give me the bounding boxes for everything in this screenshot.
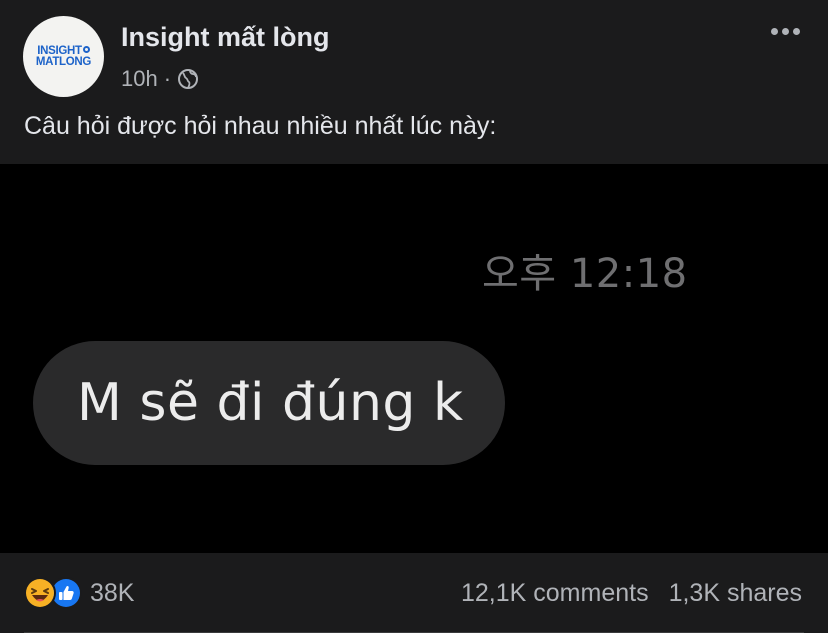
- post-image[interactable]: 오후 12:18 M sẽ đi đúng k: [0, 164, 828, 553]
- chat-bubble-text: M sẽ đi đúng k: [77, 373, 464, 433]
- comments-count-link[interactable]: 12,1K comments: [461, 579, 649, 608]
- logo-dot-icon: [82, 45, 90, 53]
- post-header: INSIGHT MATLONG Insight mất lòng 10h · C…: [0, 0, 828, 164]
- chat-bubble: M sẽ đi đúng k: [33, 341, 505, 465]
- post-time[interactable]: 10h: [121, 66, 158, 92]
- facebook-post: INSIGHT MATLONG Insight mất lòng 10h · C…: [0, 0, 828, 633]
- message-timestamp: 오후 12:18: [482, 251, 688, 297]
- page-avatar[interactable]: INSIGHT MATLONG: [23, 16, 104, 97]
- shares-count-link[interactable]: 1,3K shares: [669, 579, 802, 608]
- globe-icon[interactable]: [177, 68, 199, 90]
- post-stats: 12,1K comments 1,3K shares: [461, 579, 802, 608]
- reaction-count: 38K: [90, 578, 135, 607]
- more-dot-icon: [771, 28, 778, 35]
- post-caption: Câu hỏi được hỏi nhau nhiều nhất lúc này…: [24, 112, 497, 140]
- haha-icon: [24, 577, 56, 609]
- meta-separator: ·: [163, 66, 172, 91]
- post-meta: 10h ·: [121, 66, 199, 92]
- more-dot-icon: [793, 28, 800, 35]
- page-name-link[interactable]: Insight mất lòng: [121, 22, 330, 53]
- more-dot-icon: [782, 28, 789, 35]
- avatar-logo-line1: INSIGHT: [37, 45, 90, 57]
- reactions-summary[interactable]: 38K: [24, 577, 134, 609]
- post-footer: 38K 12,1K comments 1,3K shares: [0, 553, 828, 633]
- avatar-logo-line2: MATLONG: [35, 55, 92, 68]
- more-options-button[interactable]: [771, 28, 800, 35]
